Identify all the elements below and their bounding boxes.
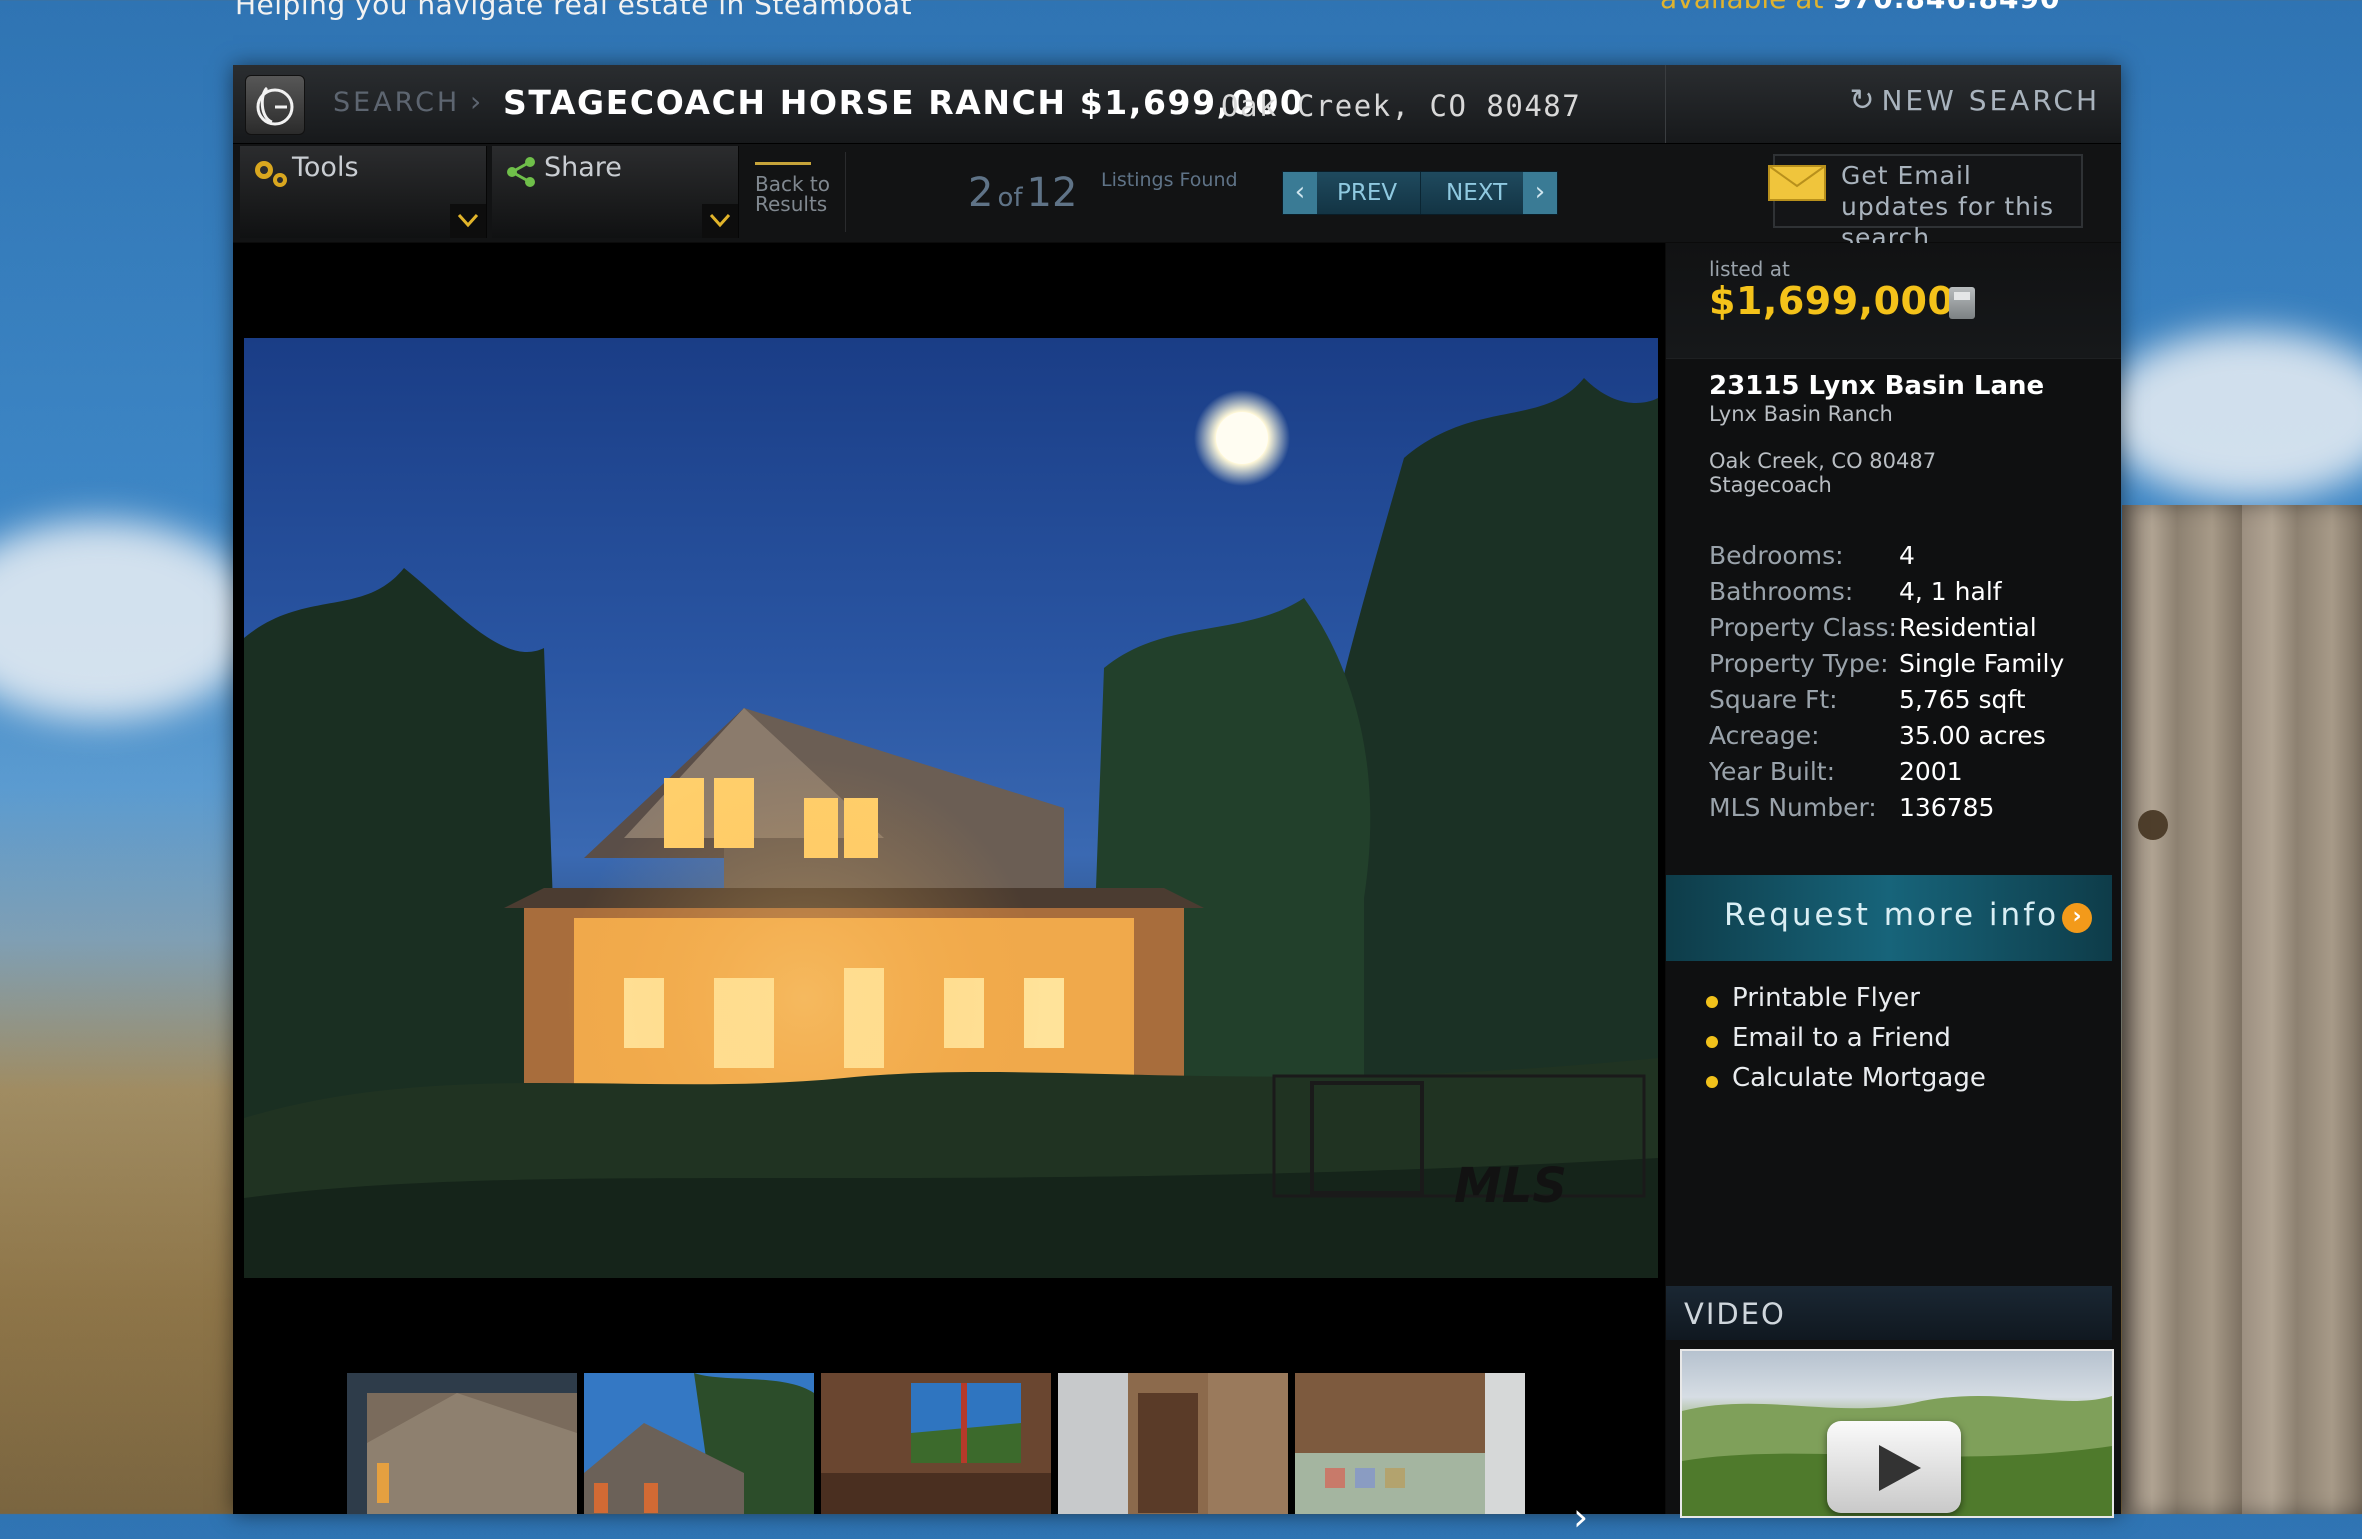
- count-current: 2: [968, 170, 994, 216]
- spec-label: Year Built:: [1709, 757, 1835, 786]
- spec-label: Property Class:: [1709, 613, 1897, 642]
- site-phone: available at 970.846.8490: [1660, 0, 2060, 15]
- spec-value: 2001: [1899, 757, 1963, 786]
- share-menu-button[interactable]: Share: [492, 146, 739, 238]
- listing-price: $1,699,000: [1709, 279, 1955, 323]
- count-total: 12: [1026, 170, 1078, 216]
- title-bar: SEARCH › STAGECOACH HORSE RANCH $1,699,0…: [233, 65, 2121, 144]
- thumbnail-item[interactable]: [1058, 1373, 1288, 1514]
- link-label: Email to a Friend: [1732, 1023, 1951, 1053]
- background-fence: [2122, 505, 2362, 1514]
- price-box: listed at $1,699,000: [1666, 243, 2121, 359]
- spec-value: 5,765 sqft: [1899, 685, 2026, 714]
- listing-counter: 2 of 12 Listings Found: [968, 170, 1238, 216]
- new-search-button[interactable]: ↻ NEW SEARCH: [1849, 83, 2100, 118]
- email-updates-button[interactable]: Get Email updates for this search: [1768, 154, 2083, 252]
- thumbnail-item[interactable]: [584, 1373, 814, 1514]
- spec-value: 4: [1899, 541, 1915, 570]
- background-cloud: [2100, 330, 2362, 500]
- arrow-right-circle-icon: ›: [2062, 903, 2092, 933]
- spec-label: Bedrooms:: [1709, 541, 1844, 570]
- back-to-results-label: Back to Results: [755, 172, 830, 216]
- page-location: Oak Creek, CO 80487: [1221, 89, 1582, 123]
- phone-number[interactable]: 970.846.8490: [1832, 0, 2060, 15]
- gears-icon: [255, 161, 287, 187]
- email-updates-label: Get Email updates for this search: [1841, 161, 2054, 252]
- video-section-header: VIDEO: [1666, 1286, 2112, 1340]
- play-icon[interactable]: [1827, 1421, 1961, 1513]
- pager-divider: [1420, 172, 1421, 214]
- toolbar: Tools Share Back to Results 2 of 12 Listin…: [233, 144, 2121, 252]
- listing-panel: SEARCH › STAGECOACH HORSE RANCH $1,699,0…: [233, 65, 2121, 1539]
- address-street: 23115 Lynx Basin Lane: [1709, 371, 2045, 401]
- phone-prefix: available at: [1660, 0, 1823, 15]
- refresh-icon: ↻: [1849, 83, 1878, 118]
- spec-label: Square Ft:: [1709, 685, 1838, 714]
- page-title: STAGECOACH HORSE RANCH $1,699,000: [503, 83, 1305, 122]
- house-photo-illustration: [244, 378, 1658, 1278]
- spec-label: MLS Number:: [1709, 793, 1877, 822]
- spec-value: 136785: [1899, 793, 1995, 822]
- address-area: Stagecoach: [1709, 473, 1832, 497]
- thumbnail-item[interactable]: [347, 1373, 577, 1514]
- bullet-icon: [1706, 996, 1718, 1008]
- background-cloud: [0, 520, 260, 720]
- request-more-info-label: Request more info: [1724, 897, 2060, 933]
- breadcrumb-search[interactable]: SEARCH: [333, 87, 460, 118]
- back-to-results-link[interactable]: Back to Results: [753, 152, 846, 232]
- address-city: Oak Creek, CO 80487: [1709, 449, 1937, 473]
- share-dropdown-icon[interactable]: [702, 204, 738, 238]
- site-tagline: Helping you navigate real estate in Stea…: [235, 0, 913, 21]
- share-icon: [507, 157, 535, 187]
- bullet-icon: [1706, 1036, 1718, 1048]
- background-fence-knot: [2138, 810, 2168, 840]
- spec-value: 4, 1 half: [1899, 577, 2002, 606]
- site-logo[interactable]: [245, 75, 305, 135]
- tools-dropdown-icon[interactable]: [450, 204, 486, 238]
- tools-label: Tools: [292, 152, 359, 183]
- prev-button[interactable]: PREV: [1337, 180, 1397, 206]
- thumbnails-next-icon[interactable]: ›: [1573, 1495, 1588, 1539]
- listing-sidebar: listed at $1,699,000 23115 Lynx Basin La…: [1666, 243, 2121, 1518]
- request-more-info-button[interactable]: Request more info ›: [1666, 875, 2112, 961]
- count-suffix: Listings Found: [1101, 169, 1238, 191]
- breadcrumb-separator-icon: ›: [470, 85, 482, 118]
- count-of: of: [997, 183, 1023, 213]
- spec-label: Property Type:: [1709, 649, 1889, 678]
- pager: ‹ PREV NEXT ›: [1282, 171, 1558, 215]
- tools-menu-button[interactable]: Tools: [240, 146, 487, 238]
- bullet-icon: [1706, 1076, 1718, 1088]
- thumbnail-item[interactable]: [1295, 1373, 1525, 1514]
- link-label: Calculate Mortgage: [1732, 1063, 1986, 1093]
- prev-arrow-icon[interactable]: ‹: [1283, 172, 1317, 214]
- spec-label: Bathrooms:: [1709, 577, 1854, 606]
- calculator-icon[interactable]: [1949, 287, 1975, 319]
- envelope-icon: [1768, 165, 1826, 201]
- new-search-area: ↻ NEW SEARCH: [1665, 65, 2122, 143]
- next-button[interactable]: NEXT: [1446, 180, 1507, 206]
- link-label: Printable Flyer: [1732, 983, 1920, 1013]
- spec-value: 35.00 acres: [1899, 721, 2046, 750]
- logo-mark-icon: [256, 86, 294, 126]
- thumbnail-item[interactable]: [821, 1373, 1051, 1514]
- photo-gallery: MLS ›: [233, 243, 1665, 1539]
- mls-badge-text: MLS: [1454, 1158, 1567, 1214]
- video-heading: VIDEO: [1684, 1297, 1786, 1331]
- thumbnail-strip: [347, 1373, 1647, 1514]
- share-label: Share: [544, 152, 622, 183]
- video-thumbnail[interactable]: [1680, 1349, 2114, 1518]
- spec-label: Acreage:: [1709, 721, 1820, 750]
- new-search-label: NEW SEARCH: [1881, 84, 2100, 117]
- spec-value: Residential: [1899, 613, 2037, 642]
- spec-value: Single Family: [1899, 649, 2065, 678]
- back-arrow-icon: [755, 162, 811, 165]
- next-arrow-icon[interactable]: ›: [1523, 172, 1557, 214]
- listed-at-label: listed at: [1709, 257, 1790, 281]
- main-listing-photo[interactable]: MLS: [244, 338, 1658, 1278]
- address-subdivision: Lynx Basin Ranch: [1709, 402, 1893, 426]
